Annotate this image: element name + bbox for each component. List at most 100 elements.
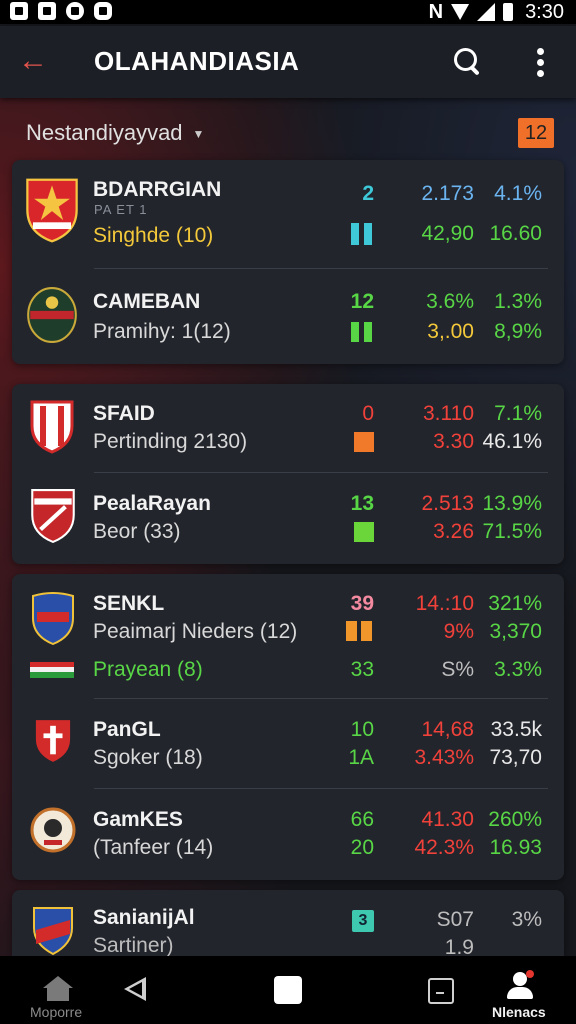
person-icon[interactable]	[506, 970, 534, 1000]
team-name: SFAID	[93, 402, 155, 425]
team-row[interactable]: SFAID Pertinding 2130) 0 3.110 3.30 7.1%…	[12, 384, 564, 472]
cyan-square-icon: 3	[352, 910, 374, 932]
app-bar: ← OLAHANDIASIA	[0, 26, 576, 98]
green-bars-icon	[351, 322, 373, 342]
team-card: SENKL Peaimarj Nieders (12) 39 14.:10 9%…	[12, 574, 564, 880]
team-row[interactable]: SENKL Peaimarj Nieders (12) 39 14.:10 9%…	[12, 574, 564, 696]
divider	[94, 788, 548, 789]
team-row[interactable]: BDARRGIAN PA ET 1 Singhde (10) 2 2.173 4…	[12, 160, 564, 268]
stat-value: 13.9%	[482, 492, 542, 515]
stat-value: 3.110	[423, 402, 474, 425]
stat-value: 42.3%	[414, 836, 474, 859]
stat-value: 16.93	[489, 836, 542, 859]
stat-value: 1.9	[444, 936, 474, 956]
team-name: SENKL	[93, 592, 165, 615]
team-name: BDARRGIAN	[93, 178, 222, 201]
team-name: SanianijAl	[93, 906, 195, 929]
team-card: BDARRGIAN PA ET 1 Singhde (10) 2 2.173 4…	[12, 160, 564, 364]
more-vert-icon[interactable]	[530, 46, 550, 80]
sword-shield-crest-icon	[30, 488, 76, 544]
stat-value: 0	[362, 402, 374, 425]
stat-value: 3.6%	[426, 290, 474, 313]
nav-label-profile[interactable]: Nlenacs	[492, 1004, 546, 1020]
team-row[interactable]: GamKES (Tanfeer (14) 66 20 41.30 42.3% 2…	[12, 790, 564, 880]
stat-value: S07	[436, 908, 474, 931]
team-subtitle: Pramihy: 1(12)	[93, 320, 231, 343]
team-row[interactable]: PealaRayan Beor (33) 13 2.513 3.26 13.9%…	[12, 474, 564, 564]
arrow-left-icon[interactable]: ←	[18, 46, 48, 76]
divider	[94, 268, 548, 269]
filter-dropdown[interactable]: Nestandiyayvad ▼	[26, 120, 204, 146]
home-square-icon[interactable]	[274, 976, 302, 1004]
file-icon	[38, 2, 56, 20]
filter-label: Nestandiyayvad	[26, 120, 183, 145]
stat-value: 2.513	[421, 492, 474, 515]
stat-value: 3	[358, 912, 368, 929]
stat-value: 3.26	[433, 520, 474, 543]
status-bar-right-icons: N 3:30	[429, 0, 564, 24]
team-subtitle: Sgoker (18)	[93, 746, 203, 769]
stat-value: 2	[362, 182, 374, 205]
stat-value: 33.5k	[490, 718, 542, 741]
striped-shield-crest-icon	[30, 400, 74, 454]
sim-icon	[94, 2, 112, 20]
stat-value: 1.3%	[494, 290, 542, 313]
flag-shield-crest-icon	[32, 906, 74, 956]
divider	[94, 698, 548, 699]
team-subtitle: (Tanfeer (14)	[93, 836, 214, 859]
tricolor-banner-icon	[30, 662, 74, 678]
team-row[interactable]: CAMEBAN Pramihy: 1(12) 12 3.6% 3,.00 1.3…	[12, 270, 564, 364]
round-emblem-crest-icon	[30, 804, 76, 856]
search-icon[interactable]	[452, 46, 482, 76]
cross-shield-crest-icon	[34, 718, 72, 764]
orange-bars-icon	[346, 621, 374, 641]
stat-value: 41.30	[421, 808, 474, 831]
stat-value: 33	[350, 658, 374, 681]
stat-value: 73,70	[489, 746, 542, 769]
stat-value: 20	[350, 836, 374, 859]
stat-value: 16.60	[489, 222, 542, 245]
divider	[94, 472, 548, 473]
stat-value: 2.173	[421, 182, 474, 205]
home-icon[interactable]	[43, 976, 73, 1002]
stat-value: S%	[441, 658, 474, 681]
chevron-down-icon: ▼	[192, 127, 205, 142]
signal-icon	[477, 3, 496, 21]
stat-value: 3,370	[489, 620, 542, 643]
team-subtitle: Prayean (8)	[93, 658, 203, 681]
recent-apps-icon[interactable]	[428, 978, 454, 1004]
stat-value: 9%	[443, 620, 474, 643]
battery-icon	[503, 3, 514, 21]
stat-value: 14.:10	[415, 592, 474, 615]
team-row[interactable]: PanGL Sgoker (18) 10 1A 14,68 3.43% 33.5…	[12, 700, 564, 788]
stat-value: 12	[350, 290, 374, 313]
wifi-icon	[451, 4, 470, 20]
stat-value: 13	[350, 492, 374, 515]
stat-value: 3%	[511, 908, 542, 931]
team-row[interactable]: SanianijAl Sartiner) 3 S07 1.9 3%	[12, 890, 564, 956]
notification-icon	[10, 2, 28, 20]
blue-shield-crest-icon	[30, 592, 76, 646]
stat-value: 8,9%	[494, 320, 542, 343]
carrier-glyph: N	[428, 0, 444, 23]
red-shield-crest-icon	[24, 172, 80, 248]
cyan-bars-icon	[351, 223, 373, 245]
stat-value: 4.1%	[494, 182, 542, 205]
stat-value: 7.1%	[494, 402, 542, 425]
oval-club-crest-icon	[26, 286, 78, 344]
team-subtitle: Pertinding 2130)	[93, 430, 248, 453]
team-name: PanGL	[93, 718, 161, 741]
team-subtitle: Singhde (10)	[93, 224, 214, 247]
page-title: OLAHANDIASIA	[94, 46, 300, 76]
stat-value: 46.1%	[482, 430, 542, 453]
team-card: SanianijAl Sartiner) 3 S07 1.9 3%	[12, 890, 564, 956]
count-badge[interactable]: 12	[518, 118, 554, 148]
green-square-icon	[354, 522, 374, 542]
stat-value: 3.43%	[414, 746, 474, 769]
stat-value: 3,.00	[427, 320, 474, 343]
team-name: PealaRayan	[93, 492, 211, 515]
voicemail-icon	[66, 2, 84, 20]
nav-label-home[interactable]: Moporre	[30, 1004, 82, 1020]
stat-value: 3.30	[433, 430, 474, 453]
stat-value: 42,90	[421, 222, 474, 245]
